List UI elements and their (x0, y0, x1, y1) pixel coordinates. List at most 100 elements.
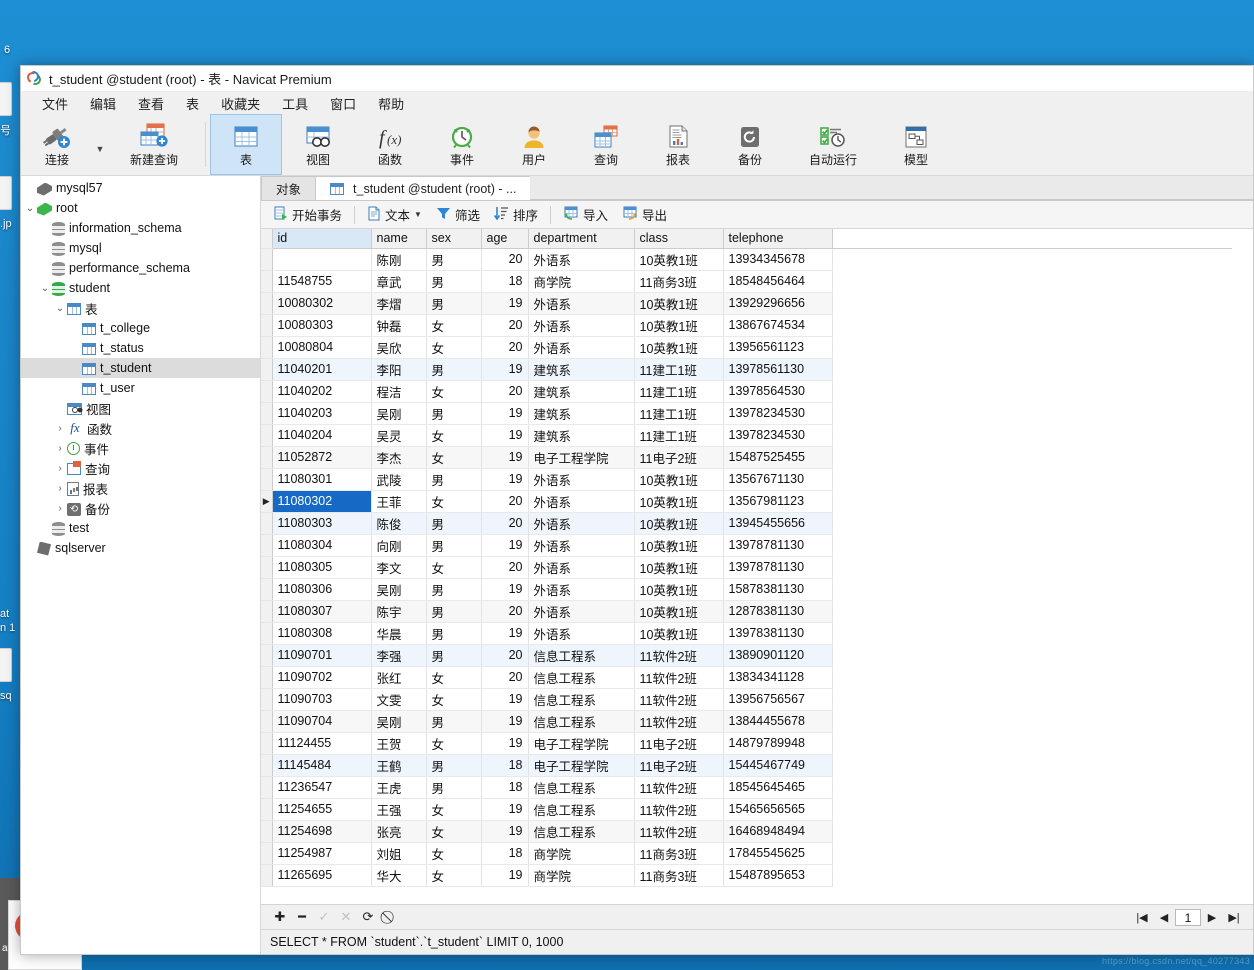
cell-id[interactable] (272, 248, 372, 271)
cell-name[interactable]: 张亮 (371, 820, 427, 843)
row-selector-cell[interactable] (261, 622, 273, 645)
sidebar-item-mysql[interactable]: mysql (21, 238, 260, 258)
cell-name[interactable]: 李熠 (371, 292, 427, 315)
cell-name[interactable]: 钟磊 (371, 314, 427, 337)
ribbon-button-table[interactable]: 表 (210, 114, 282, 175)
sidebar-item-[interactable]: › fx 函数 (21, 418, 260, 438)
cell-sex[interactable]: 女 (426, 314, 482, 337)
menu-item-view[interactable]: 查看 (127, 92, 175, 115)
cell-sex[interactable]: 男 (426, 754, 482, 777)
menu-item-table[interactable]: 表 (175, 92, 210, 115)
cell-age[interactable]: 18 (481, 270, 529, 293)
cell-age[interactable]: 19 (481, 820, 529, 843)
cell-name[interactable]: 刘姐 (371, 842, 427, 865)
cell-id[interactable]: 11052872 (272, 446, 372, 469)
row-selector-cell[interactable] (261, 248, 273, 271)
ribbon-button-query[interactable]: 查询 (570, 114, 642, 175)
row-selector-cell[interactable] (261, 358, 273, 381)
chevron-down-icon[interactable]: ▼ (414, 210, 422, 219)
cell-sex[interactable]: 男 (426, 248, 482, 271)
table-row[interactable]: 10080303 钟磊女 20 外语系 10英教1班 13867674534 (261, 314, 1232, 337)
cell-class[interactable]: 11电子2班 (634, 754, 724, 777)
cell-telephone[interactable]: 16468948494 (723, 820, 833, 843)
cell-id[interactable]: 11090704 (272, 710, 372, 733)
cell-sex[interactable]: 男 (426, 534, 482, 557)
cell-age[interactable]: 20 (481, 512, 529, 535)
row-selector-cell[interactable] (261, 644, 273, 667)
sidebar-item-mysql57[interactable]: mysql57 (21, 178, 260, 198)
tab-t-student-data[interactable]: t_student @student (root) - ... (315, 176, 532, 200)
data-grid-container[interactable]: id name sex age department class telephone 陈刚男… (261, 229, 1253, 904)
cell-sex[interactable]: 男 (426, 270, 482, 293)
navigation-tree[interactable]: mysql57 ⌄ root information_schema mysql perfo… (21, 176, 261, 954)
cell-name[interactable]: 吴刚 (371, 402, 427, 425)
cell-telephone[interactable]: 15878381130 (723, 578, 833, 601)
cell-department[interactable]: 外语系 (528, 534, 635, 557)
cell-name[interactable]: 吴灵 (371, 424, 427, 447)
cell-sex[interactable]: 男 (426, 402, 482, 425)
row-selector-cell[interactable] (261, 754, 273, 777)
cell-id[interactable]: 10080303 (272, 314, 372, 337)
cell-id[interactable]: 10080302 (272, 292, 372, 315)
cell-class[interactable]: 10英教1班 (634, 292, 724, 315)
cell-telephone[interactable]: 13978781130 (723, 534, 833, 557)
cell-sex[interactable]: 男 (426, 292, 482, 315)
cell-department[interactable]: 信息工程系 (528, 776, 635, 799)
cell-id[interactable]: 11236547 (272, 776, 372, 799)
table-row[interactable]: 11040201 李阳男 19 建筑系 11建工1班 13978561130 (261, 358, 1232, 381)
menu-item-file[interactable]: 文件 (31, 92, 79, 115)
ribbon-button-report[interactable]: 报表 (642, 114, 714, 175)
cell-sex[interactable]: 女 (426, 424, 482, 447)
cell-department[interactable]: 商学院 (528, 270, 635, 293)
table-row[interactable]: 11254655 王强女 19 信息工程系 11软件2班 15465656565 (261, 798, 1232, 821)
ribbon-button-user[interactable]: 用户 (498, 114, 570, 175)
cell-telephone[interactable]: 13934345678 (723, 248, 833, 271)
cell-age[interactable]: 19 (481, 798, 529, 821)
table-row[interactable]: 11080308 华晨男 19 外语系 10英教1班 13978381130 (261, 622, 1232, 645)
table-row[interactable]: 11254698 张亮女 19 信息工程系 11软件2班 16468948494 (261, 820, 1232, 843)
table-row[interactable]: 11080306 吴刚男 19 外语系 10英教1班 15878381130 (261, 578, 1232, 601)
cell-age[interactable]: 20 (481, 556, 529, 579)
cell-sex[interactable]: 男 (426, 776, 482, 799)
cell-age[interactable]: 20 (481, 600, 529, 623)
cell-age[interactable]: 20 (481, 314, 529, 337)
cell-department[interactable]: 商学院 (528, 842, 635, 865)
cell-id[interactable]: 11090702 (272, 666, 372, 689)
sidebar-item-[interactable]: › ⟲ 备份 (21, 498, 260, 518)
grid-body[interactable]: 陈刚男 20 外语系 10英教1班 13934345678 11548755 章武男 18 商学… (261, 248, 1232, 887)
sidebar-item-information_schema[interactable]: information_schema (21, 218, 260, 238)
cell-name[interactable]: 吴欣 (371, 336, 427, 359)
refresh-button[interactable]: ⟳ (357, 908, 379, 927)
column-header-department[interactable]: department (528, 229, 635, 249)
table-row[interactable]: 11548755 章武男 18 商学院 11商务3班 18548456464 (261, 270, 1232, 293)
cell-age[interactable]: 19 (481, 292, 529, 315)
first-page-button[interactable]: |◀ (1131, 908, 1153, 927)
table-row[interactable]: 11145484 王鹤男 18 电子工程学院 11电子2班 15445467749 (261, 754, 1232, 777)
table-row[interactable]: 11236547 王虎男 18 信息工程系 11软件2班 18545645465 (261, 776, 1232, 799)
cell-id[interactable]: 11124455 (272, 732, 372, 755)
cell-department[interactable]: 外语系 (528, 314, 635, 337)
cell-class[interactable]: 10英教1班 (634, 314, 724, 337)
cell-department[interactable]: 外语系 (528, 512, 635, 535)
ribbon-button-new-query[interactable]: 新建查询 (107, 114, 201, 175)
row-selector-cell[interactable] (261, 688, 273, 711)
cell-id[interactable]: 11265695 (272, 864, 372, 887)
cell-class[interactable]: 11建工1班 (634, 358, 724, 381)
cell-telephone[interactable]: 13567671130 (723, 468, 833, 491)
cell-id[interactable]: 11080306 (272, 578, 372, 601)
cell-sex[interactable]: 女 (426, 490, 482, 513)
cell-class[interactable]: 11软件2班 (634, 688, 724, 711)
chevron-down-icon[interactable]: ⌄ (38, 283, 52, 294)
cell-name[interactable]: 文雯 (371, 688, 427, 711)
ribbon-button-connection[interactable]: 连接 (21, 114, 93, 175)
cell-id[interactable]: 11080303 (272, 512, 372, 535)
cell-name[interactable]: 陈俊 (371, 512, 427, 535)
cell-id[interactable]: 11090701 (272, 644, 372, 667)
row-selector-cell[interactable] (261, 336, 273, 359)
cell-department[interactable]: 电子工程学院 (528, 446, 635, 469)
cell-id[interactable]: 11080304 (272, 534, 372, 557)
import-button[interactable]: 导入 (557, 203, 614, 226)
sidebar-item-[interactable]: › 报表 (21, 478, 260, 498)
sidebar-item-performance_schema[interactable]: performance_schema (21, 258, 260, 278)
cell-id[interactable]: 11080308 (272, 622, 372, 645)
